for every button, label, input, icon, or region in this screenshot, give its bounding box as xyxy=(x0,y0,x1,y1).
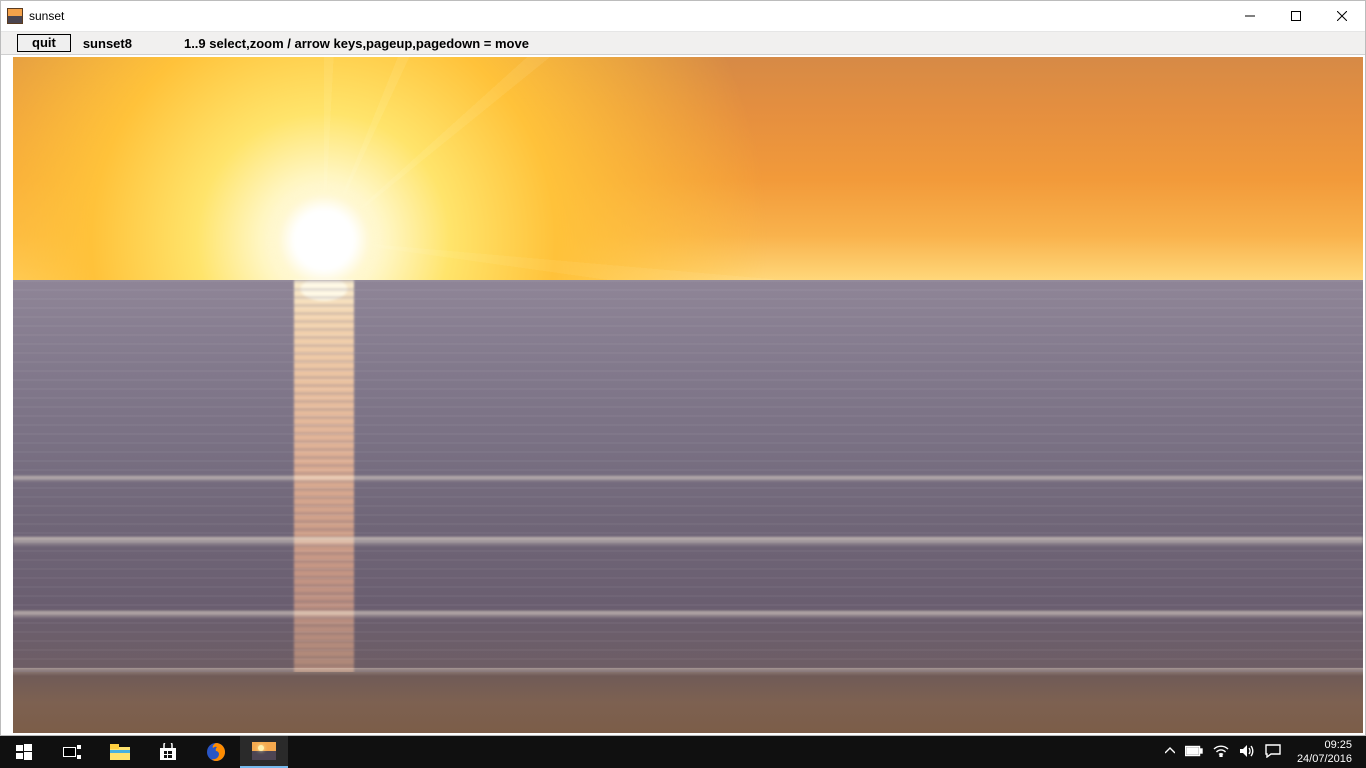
store-icon xyxy=(159,743,177,761)
wifi-tray-icon[interactable] xyxy=(1213,745,1229,760)
minimize-icon xyxy=(1245,11,1255,21)
store-taskbar-button[interactable] xyxy=(144,736,192,768)
minimize-button[interactable] xyxy=(1227,1,1273,31)
taskbar: 09:25 24/07/2016 xyxy=(0,736,1366,768)
sunset-app-taskbar-button[interactable] xyxy=(240,736,288,768)
firefox-icon xyxy=(206,742,226,762)
close-icon xyxy=(1337,11,1347,21)
sunset-app-icon xyxy=(252,742,276,760)
maximize-button[interactable] xyxy=(1273,1,1319,31)
firefox-taskbar-button[interactable] xyxy=(192,736,240,768)
start-button[interactable] xyxy=(0,736,48,768)
quit-button[interactable]: quit xyxy=(17,34,71,52)
chevron-up-icon xyxy=(1165,746,1175,756)
windows-logo-icon xyxy=(16,744,32,760)
system-tray: 09:25 24/07/2016 xyxy=(1157,736,1366,768)
sunset-photo xyxy=(13,57,1363,733)
taskbar-clock[interactable]: 09:25 24/07/2016 xyxy=(1291,738,1362,766)
app-icon xyxy=(7,8,23,24)
toolbar: quit sunset8 1..9 select,zoom / arrow ke… xyxy=(1,31,1365,55)
action-center-button[interactable] xyxy=(1265,744,1281,761)
battery-icon xyxy=(1185,745,1203,757)
keyboard-help-text: 1..9 select,zoom / arrow keys,pageup,pag… xyxy=(184,36,529,51)
clock-time: 09:25 xyxy=(1297,738,1352,752)
image-viewport[interactable] xyxy=(13,57,1363,733)
volume-icon xyxy=(1239,744,1255,758)
titlebar[interactable]: sunset xyxy=(1,1,1365,31)
taskbar-left xyxy=(0,736,288,768)
window-title: sunset xyxy=(29,9,1227,23)
window-controls xyxy=(1227,1,1365,31)
tray-overflow-button[interactable] xyxy=(1165,745,1175,759)
maximize-icon xyxy=(1291,11,1301,21)
file-explorer-taskbar-button[interactable] xyxy=(96,736,144,768)
task-view-button[interactable] xyxy=(48,736,96,768)
volume-tray-icon[interactable] xyxy=(1239,744,1255,761)
battery-tray-icon[interactable] xyxy=(1185,745,1203,760)
file-explorer-icon xyxy=(110,744,130,760)
app-window: sunset quit sunset8 1..9 select,zoom / a… xyxy=(0,0,1366,736)
wifi-icon xyxy=(1213,745,1229,757)
action-center-icon xyxy=(1265,744,1281,758)
current-image-label: sunset8 xyxy=(83,36,132,51)
clock-date: 24/07/2016 xyxy=(1297,752,1352,766)
close-button[interactable] xyxy=(1319,1,1365,31)
task-view-icon xyxy=(63,745,81,759)
